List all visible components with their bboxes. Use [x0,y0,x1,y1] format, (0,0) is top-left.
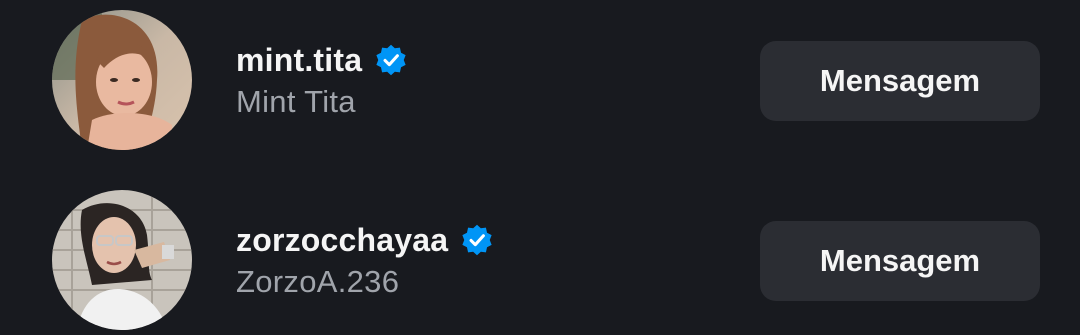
avatar[interactable] [52,10,192,150]
user-info: mint.tita Mint Tita [236,38,408,122]
username-line: mint.tita [236,38,408,82]
avatar-photo-icon [52,10,192,150]
user-row: mint.tita Mint Tita Mensagem [0,10,1080,150]
user-info: zorzocchayaa ZorzoA.236 [236,218,494,302]
full-name: Mint Tita [236,84,356,119]
suggested-users-list: mint.tita Mint Tita Mensagem zorzocchaya… [0,0,1080,335]
verified-badge-icon [462,224,492,256]
message-button[interactable]: Mensagem [760,221,1040,301]
username[interactable]: zorzocchayaa [236,222,448,259]
username[interactable]: mint.tita [236,42,362,79]
verified-badge-icon [376,44,406,76]
user-row: zorzocchayaa ZorzoA.236 Mensagem [0,190,1080,330]
avatar[interactable] [52,190,192,330]
username-line: zorzocchayaa [236,218,494,262]
message-button[interactable]: Mensagem [760,41,1040,121]
full-name: ZorzoA.236 [236,264,400,299]
avatar-photo-icon [52,190,192,330]
